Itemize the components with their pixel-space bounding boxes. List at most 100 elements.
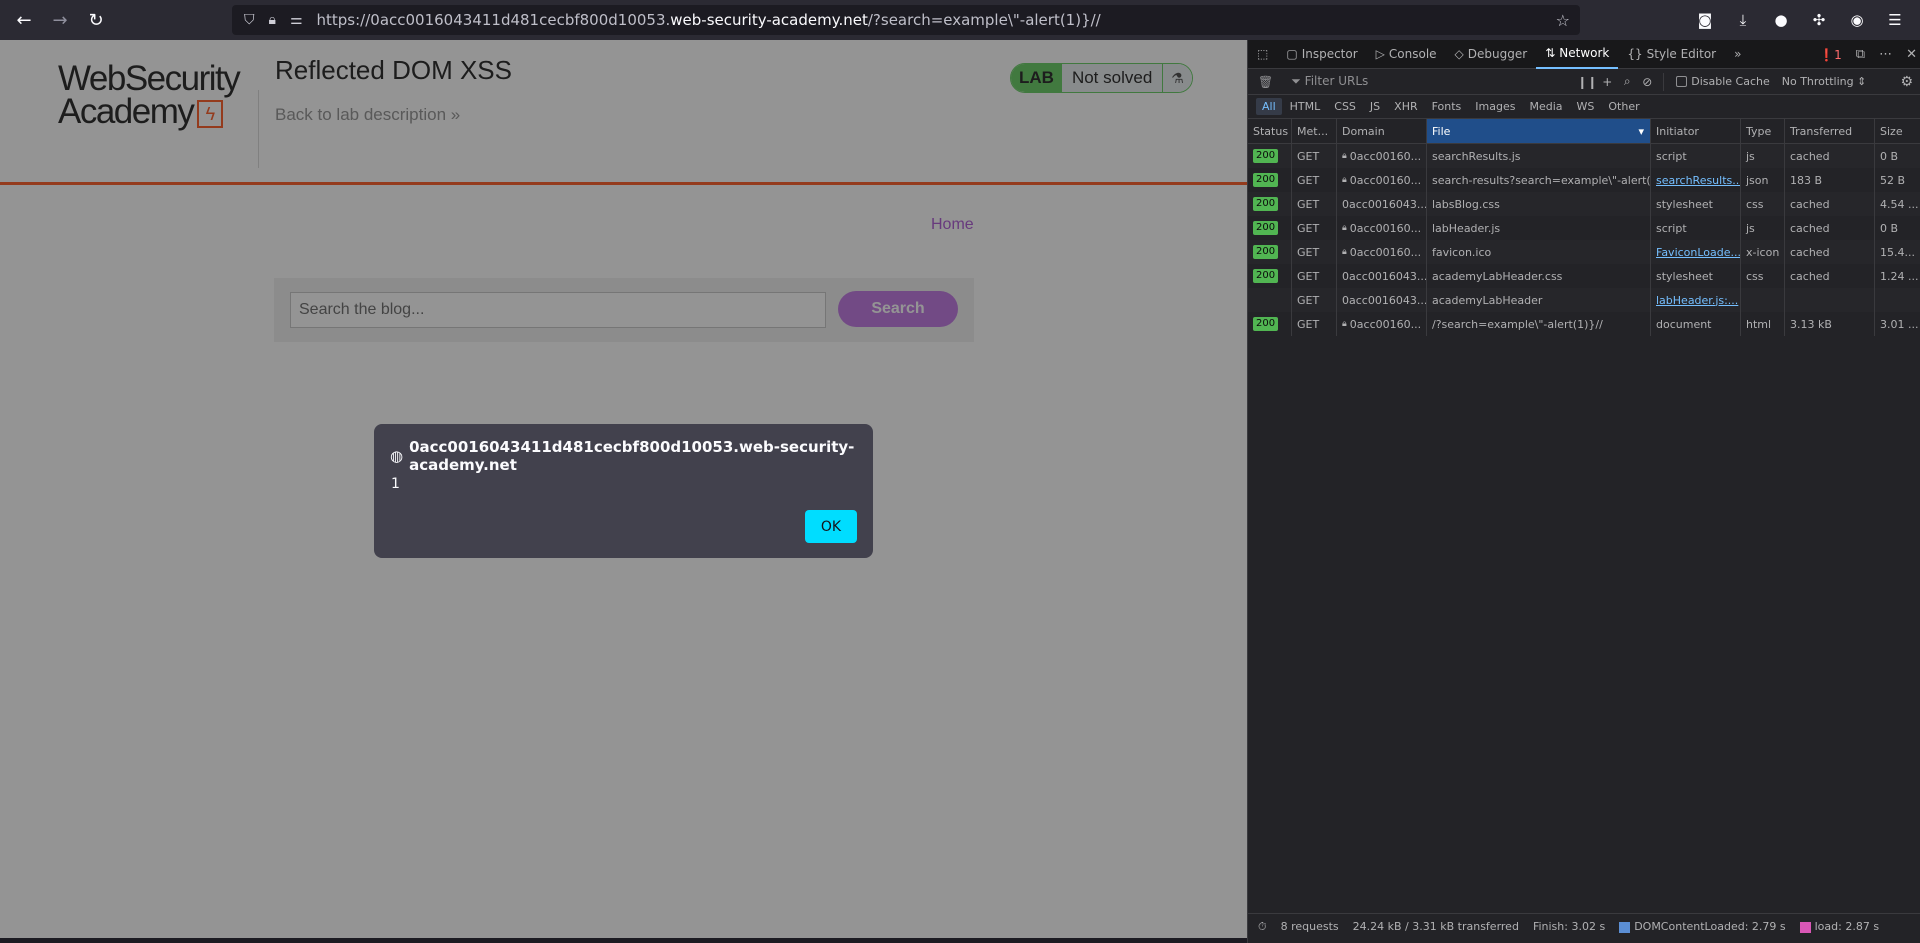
tab-debugger[interactable]: ◇ Debugger	[1446, 40, 1537, 69]
transferred-cell: 3.13 kB	[1785, 312, 1875, 336]
column-header-status[interactable]: Status	[1248, 119, 1292, 143]
trash-icon[interactable]: 🗑︎	[1258, 75, 1273, 89]
initiator-cell: document	[1651, 312, 1741, 336]
initiator-cell[interactable]: FaviconLoade...	[1651, 240, 1741, 264]
status-cell: 200	[1248, 240, 1292, 264]
checkbox-icon	[1676, 76, 1688, 87]
table-row[interactable]: GET 0acc0016043... academyLabHeader labHead…	[1248, 288, 1920, 312]
tab-network[interactable]: ⇅ Network	[1536, 40, 1619, 69]
type-filter-other[interactable]: Other	[1602, 98, 1645, 115]
file-cell: search-results?search=example\"-alert(1)…	[1427, 168, 1651, 192]
column-header-initiator[interactable]: Initiator	[1651, 119, 1741, 143]
load-marker-icon	[1799, 921, 1811, 933]
search-icon[interactable]: ⌕	[1617, 74, 1637, 89]
menu-icon[interactable]: ☰	[1878, 4, 1912, 36]
lock-icon: 🔒︎	[1342, 223, 1347, 233]
dialog-message: 1	[391, 476, 400, 492]
type-filter-js[interactable]: JS	[1364, 98, 1386, 115]
more-tabs-icon[interactable]: »	[1725, 40, 1750, 69]
column-header-domain[interactable]: Domain	[1337, 119, 1427, 143]
forward-arrow-icon[interactable]: →	[42, 4, 78, 36]
type-cell: js	[1741, 144, 1785, 168]
table-row[interactable]: 200 GET 🔒︎ 0acc00160... labHeader.js script js…	[1248, 216, 1920, 240]
type-filter-fonts[interactable]: Fonts	[1426, 98, 1468, 115]
transferred-cell	[1785, 288, 1875, 312]
column-header-type[interactable]: Type	[1741, 119, 1785, 143]
column-header-file[interactable]: File ▾	[1427, 119, 1651, 143]
more-options-icon[interactable]: ⋯	[1879, 47, 1892, 62]
devtools-controls: ❗1 ⧉ ⋯ ✕	[1819, 40, 1917, 69]
pocket-icon[interactable]: ◙	[1688, 4, 1722, 36]
method-cell: GET	[1292, 192, 1337, 216]
domain-cell: 🔒︎ 0acc00160...	[1337, 168, 1427, 192]
inspector-icon: ▢	[1286, 47, 1298, 61]
back-arrow-icon[interactable]: ←	[6, 4, 42, 36]
block-icon[interactable]: ⊘	[1637, 75, 1657, 89]
table-row[interactable]: 200 GET 🔒︎ 0acc00160.../?search=example\"-a…	[1248, 312, 1920, 336]
error-badge[interactable]: ❗1	[1819, 48, 1842, 62]
status-cell: 200	[1248, 144, 1292, 168]
transfer-summary: 24.24 kB / 3.31 kB transferred	[1352, 920, 1519, 933]
disable-cache-checkbox[interactable]: Disable Cache	[1676, 75, 1770, 88]
filter-urls-input[interactable]: ⏷ Filter URLs	[1291, 74, 1577, 89]
status-cell: 200	[1248, 216, 1292, 240]
ok-button[interactable]: OK	[805, 510, 857, 543]
type-filter-css[interactable]: CSS	[1328, 98, 1362, 115]
lock-icon[interactable]: 🔒︎	[269, 12, 276, 28]
close-icon[interactable]: ✕	[1906, 47, 1917, 62]
shield-icon[interactable]: ⛉	[244, 12, 255, 28]
type-filter-media[interactable]: Media	[1523, 98, 1568, 115]
transferred-cell: cached	[1785, 192, 1875, 216]
table-row[interactable]: 200 GET 🔒︎ 0acc00160... search-results?searc…	[1248, 168, 1920, 192]
type-filter-all[interactable]: All	[1256, 98, 1282, 115]
column-header-method[interactable]: Met...	[1292, 119, 1337, 143]
account-icon[interactable]: ●	[1764, 4, 1798, 36]
pause-icon[interactable]: ❙❙	[1577, 75, 1597, 89]
element-picker-icon[interactable]: ⬚	[1248, 40, 1277, 69]
dock-icon[interactable]: ⧉	[1856, 47, 1865, 62]
lock-icon: 🔒︎	[1342, 247, 1347, 257]
sort-down-icon: ▾	[1638, 124, 1644, 138]
timer-icon[interactable]: ⏱	[1258, 920, 1267, 934]
status-badge: 200	[1253, 197, 1279, 211]
bookmark-star-icon[interactable]: ☆	[1556, 11, 1570, 30]
burp-extension-icon[interactable]: ◉	[1840, 4, 1874, 36]
extensions-icon[interactable]: ✣	[1802, 4, 1836, 36]
table-row[interactable]: 200 GET 0acc0016043... labsBlog.css styleshe…	[1248, 192, 1920, 216]
initiator-cell: script	[1651, 216, 1741, 240]
method-cell: GET	[1292, 216, 1337, 240]
initiator-cell[interactable]: searchResults....	[1651, 168, 1741, 192]
transferred-cell: cached	[1785, 240, 1875, 264]
lock-icon: 🔒︎	[1342, 151, 1347, 161]
file-cell: academyLabHeader.css	[1427, 264, 1651, 288]
table-row[interactable]: 200 GET 🔒︎ 0acc00160... favicon.ico FaviconLo…	[1248, 240, 1920, 264]
table-row[interactable]: 200 GET 🔒︎ 0acc00160... searchResults.js scri…	[1248, 144, 1920, 168]
reload-icon[interactable]: ↻	[78, 4, 114, 36]
throttling-select[interactable]: No Throttling ⇕	[1782, 75, 1867, 88]
type-filter-ws[interactable]: WS	[1571, 98, 1601, 115]
table-row[interactable]: 200 GET 0acc0016043... academyLabHeader.css…	[1248, 264, 1920, 288]
column-header-transferred[interactable]: Transferred	[1785, 119, 1875, 143]
url-bar[interactable]: ⛉ 🔒︎ ⚌ https://0acc0016043411d481cecbf80…	[232, 5, 1580, 35]
filter-icon: ⏷	[1291, 74, 1301, 88]
table-header: Status Met... Domain File ▾ Initiator Typ…	[1248, 119, 1920, 144]
add-icon[interactable]: +	[1597, 75, 1617, 89]
tab-style-editor[interactable]: {} Style Editor	[1618, 40, 1725, 69]
column-header-size[interactable]: Size	[1875, 119, 1920, 143]
url-suffix: /?search=example\"-alert(1)}//	[867, 11, 1101, 29]
transferred-cell: cached	[1785, 264, 1875, 288]
initiator-cell[interactable]: labHeader.js:...	[1651, 288, 1741, 312]
browser-toolbar: ← → ↻ ⛉ 🔒︎ ⚌ https://0acc0016043411d481c…	[0, 0, 1920, 40]
file-cell: searchResults.js	[1427, 144, 1651, 168]
type-filter-images[interactable]: Images	[1469, 98, 1521, 115]
permissions-icon[interactable]: ⚌	[290, 12, 303, 28]
download-icon[interactable]: ⤓	[1726, 4, 1760, 36]
lock-icon: 🔒︎	[1342, 319, 1347, 329]
network-filter-bar: 🗑︎ ⏷ Filter URLs ❙❙ + ⌕ ⊘ Disable Cache …	[1248, 69, 1920, 95]
type-filter-html[interactable]: HTML	[1284, 98, 1327, 115]
tab-inspector[interactable]: ▢ Inspector	[1277, 40, 1366, 69]
type-filter-xhr[interactable]: XHR	[1388, 98, 1423, 115]
tab-console[interactable]: ▷ Console	[1367, 40, 1446, 69]
domain-cell: 0acc0016043...	[1337, 288, 1427, 312]
gear-icon[interactable]: ⚙	[1900, 74, 1913, 90]
